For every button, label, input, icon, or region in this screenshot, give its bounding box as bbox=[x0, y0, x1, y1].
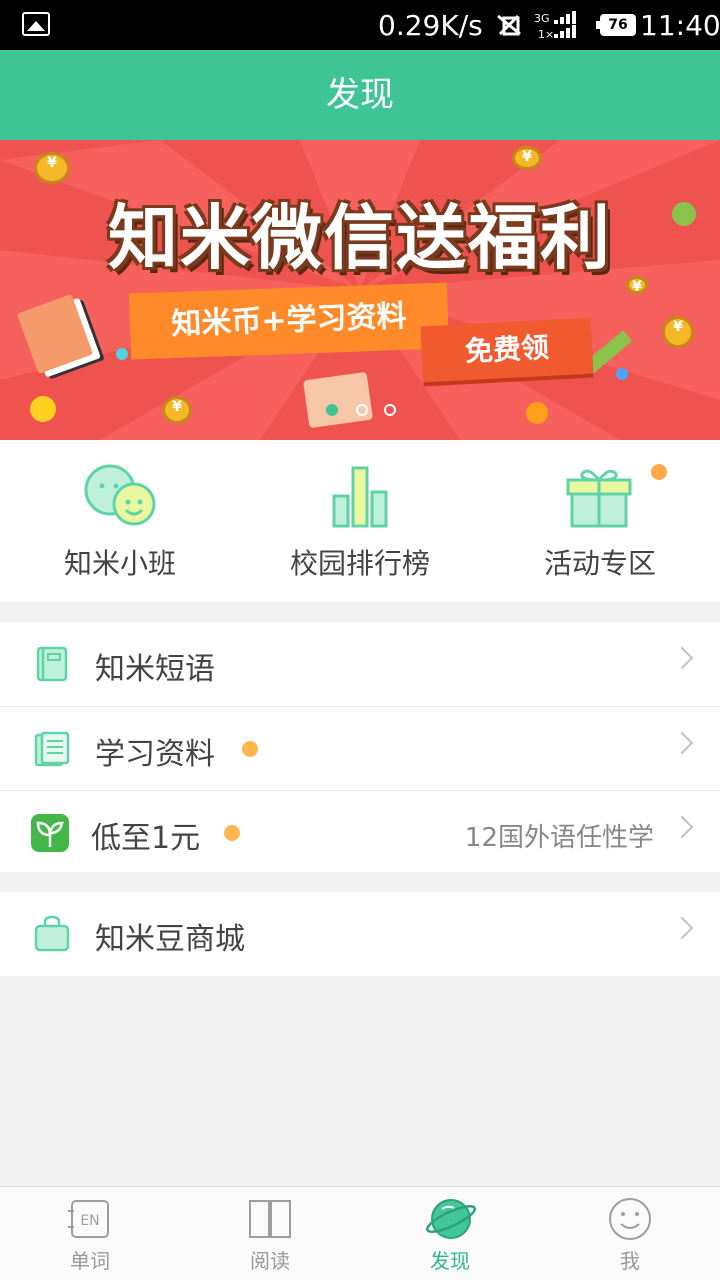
banner-ribbon: 知米币+学习资料 bbox=[128, 282, 450, 360]
page-title: 发现 bbox=[0, 50, 720, 140]
tab-words[interactable]: EN 单词 bbox=[0, 1187, 180, 1280]
svg-text:EN: EN bbox=[80, 1213, 99, 1229]
open-book-icon bbox=[249, 1200, 291, 1238]
list-item-label: 低至1元 bbox=[91, 821, 201, 856]
coin-icon bbox=[34, 152, 70, 184]
shop-list: 知米豆商城 bbox=[0, 892, 720, 976]
coin-icon bbox=[512, 146, 542, 170]
list-item-label: 知米豆商城 bbox=[95, 922, 245, 957]
tab-label: 阅读 bbox=[250, 1249, 290, 1273]
tab-discover[interactable]: 发现 bbox=[360, 1187, 540, 1280]
network-type-label: 3G bbox=[534, 12, 550, 25]
carousel-dot[interactable] bbox=[356, 404, 368, 416]
gift-icon bbox=[566, 469, 632, 528]
list-item-label: 学习资料 bbox=[95, 737, 215, 772]
banner-cta[interactable]: 免费领 bbox=[420, 317, 594, 383]
banner-headline: 知米微信送福利 bbox=[108, 197, 612, 279]
coin-icon bbox=[162, 396, 192, 424]
bottom-nav: EN 单词 阅读 发现 我 bbox=[0, 1186, 720, 1280]
shortcut-label: 知米小班 bbox=[63, 547, 176, 580]
new-dot bbox=[224, 825, 240, 841]
image-notification-icon bbox=[22, 12, 50, 36]
tab-reading[interactable]: 阅读 bbox=[180, 1187, 360, 1280]
decor-dot bbox=[616, 368, 628, 380]
chevron-right-icon bbox=[670, 815, 694, 839]
mute-icon bbox=[497, 14, 521, 36]
decor-dot bbox=[116, 348, 128, 360]
shopping-bag-icon bbox=[34, 915, 70, 952]
shortcut-activities[interactable]: 活动专区 bbox=[480, 440, 720, 602]
shortcut-label: 校园排行榜 bbox=[289, 547, 430, 580]
feature-list: 知米短语 学习资料 低至1元 12国外语任性学 bbox=[0, 622, 720, 872]
status-bar: 0.29K/s 3G 1× 76 11:40 bbox=[0, 0, 720, 50]
coin-icon bbox=[662, 316, 694, 348]
chevron-right-icon bbox=[670, 731, 694, 755]
smile-faces-icon bbox=[84, 464, 156, 526]
decor-dot bbox=[30, 396, 56, 422]
list-item-subtitle: 12国外语任性学 bbox=[464, 823, 654, 853]
sprout-icon bbox=[31, 814, 69, 852]
bar-chart-icon bbox=[332, 466, 388, 528]
shortcut-class[interactable]: 知米小班 bbox=[0, 440, 240, 602]
new-dot bbox=[242, 741, 258, 757]
decor-dot bbox=[526, 402, 548, 424]
clock: 11:40 bbox=[640, 9, 720, 42]
shortcut-ranking[interactable]: 校园排行榜 bbox=[240, 440, 480, 602]
en-book-icon: EN bbox=[68, 1200, 109, 1238]
list-item-materials[interactable]: 学习资料 bbox=[0, 706, 720, 790]
carousel-dot[interactable] bbox=[384, 404, 396, 416]
document-icon bbox=[34, 731, 70, 767]
promo-banner[interactable]: 知米微信送福利 知米币+学习资料 免费领 bbox=[0, 140, 720, 440]
tab-label: 我 bbox=[620, 1249, 640, 1273]
notebook-icon bbox=[36, 646, 68, 682]
list-item-deals[interactable]: 低至1元 12国外语任性学 bbox=[0, 790, 720, 874]
battery-icon: 76 bbox=[596, 14, 636, 36]
chevron-right-icon bbox=[670, 646, 694, 670]
list-item-label: 知米短语 bbox=[95, 652, 215, 687]
list-item-shop[interactable]: 知米豆商城 bbox=[0, 892, 720, 976]
carousel-dot-active[interactable] bbox=[326, 404, 338, 416]
network-speed: 0.29K/s bbox=[378, 9, 483, 42]
tab-label: 单词 bbox=[70, 1249, 110, 1273]
shortcut-label: 活动专区 bbox=[543, 547, 656, 580]
shortcut-grid: 知米小班 校园排行榜 活动专区 bbox=[0, 440, 720, 602]
list-item-phrases[interactable]: 知米短语 bbox=[0, 622, 720, 706]
open-book-illustration bbox=[302, 371, 374, 429]
smiley-icon bbox=[609, 1198, 651, 1240]
tab-me[interactable]: 我 bbox=[540, 1187, 720, 1280]
activity-badge-dot bbox=[651, 464, 667, 480]
tab-label: 发现 bbox=[430, 1249, 470, 1273]
signal-icons: 3G 1× bbox=[497, 11, 576, 40]
sim-label: 1× bbox=[538, 28, 554, 40]
chevron-right-icon bbox=[670, 916, 694, 940]
planet-icon bbox=[426, 1199, 476, 1239]
